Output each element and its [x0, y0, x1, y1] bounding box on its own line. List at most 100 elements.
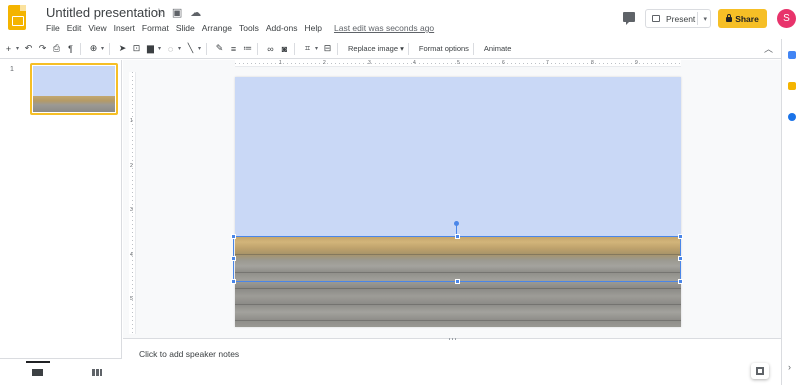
ruler-tick: 7	[546, 60, 549, 66]
present-button[interactable]: Present ▾	[645, 9, 711, 28]
speaker-notes-placeholder[interactable]: Click to add speaker notes	[139, 349, 239, 359]
resize-handle-s[interactable]	[455, 279, 460, 284]
comment-add-icon[interactable]: ◙	[279, 41, 290, 57]
zoom-icon[interactable]: ⊕	[88, 41, 99, 57]
horizontal-ruler[interactable]: 1 2 3 4 5 6 7 8 9	[235, 60, 681, 67]
image-menu-icon[interactable]: ▾	[157, 41, 162, 57]
line-icon[interactable]: ╲	[185, 41, 196, 57]
view-toggle	[0, 358, 122, 385]
menu-tools[interactable]: Tools	[239, 23, 259, 33]
resize-handle-w[interactable]	[231, 256, 236, 261]
share-button[interactable]: Share	[718, 9, 767, 28]
app-header: Untitled presentation ☆ ▣ ☁ File Edit Vi…	[0, 0, 796, 38]
rotate-handle[interactable]	[454, 221, 459, 226]
notes-resize-handle[interactable]	[449, 338, 457, 340]
replace-image-button[interactable]: Replace image ▾	[348, 44, 404, 53]
image-selection-box[interactable]	[231, 234, 683, 284]
comment-history-icon[interactable]	[623, 12, 635, 25]
grid-view-icon[interactable]	[92, 369, 102, 376]
image-icon[interactable]: ▆	[145, 41, 156, 57]
chevron-up-icon[interactable]: ︿	[764, 42, 773, 55]
animate-button[interactable]: Animate	[484, 44, 512, 53]
border-color-icon[interactable]: ✎	[214, 41, 225, 57]
toolbar-divider	[472, 42, 474, 55]
keep-icon[interactable]	[788, 82, 796, 90]
toolbar-divider	[206, 42, 207, 55]
menu-insert[interactable]: Insert	[114, 23, 135, 33]
resize-handle-se[interactable]	[678, 279, 683, 284]
last-edit-link[interactable]: Last edit was seconds ago	[334, 23, 434, 33]
undo-icon[interactable]: ↶	[23, 41, 34, 57]
menu-help[interactable]: Help	[305, 23, 322, 33]
slide[interactable]	[235, 77, 681, 327]
new-slide-menu-icon[interactable]: ▾	[15, 41, 20, 57]
line-menu-icon[interactable]: ▾	[197, 41, 202, 57]
avatar[interactable]: S	[777, 9, 796, 28]
resize-handle-n[interactable]	[455, 234, 460, 239]
ruler-tick: 2	[323, 60, 326, 66]
resize-handle-sw[interactable]	[231, 279, 236, 284]
select-cursor-icon[interactable]: ➤	[117, 41, 128, 57]
calendar-icon[interactable]	[788, 51, 796, 59]
redo-icon[interactable]: ↷	[37, 41, 48, 57]
filmstrip-view-icon[interactable]	[26, 361, 50, 376]
wood-grain	[235, 320, 681, 321]
link-icon[interactable]: ∞	[265, 41, 276, 57]
menu-format[interactable]: Format	[142, 23, 169, 33]
thumbnail-background	[33, 66, 115, 97]
zoom-menu-icon[interactable]: ▾	[100, 41, 105, 57]
move-to-folder-icon[interactable]: ▣	[172, 6, 182, 19]
paint-format-icon[interactable]: ¶	[65, 41, 76, 57]
reset-image-icon[interactable]: ⊟	[322, 41, 333, 57]
format-options-button[interactable]: Format options	[419, 44, 469, 53]
toolbar-divider	[80, 42, 81, 55]
present-label: Present	[666, 13, 696, 24]
shape-menu-icon[interactable]: ▾	[177, 41, 182, 57]
slides-logo-icon[interactable]	[8, 5, 26, 30]
chevron-right-icon[interactable]: ›	[788, 362, 791, 372]
vertical-ruler[interactable]: 1 2 3 4 5	[129, 72, 136, 334]
menu-edit[interactable]: Edit	[67, 23, 82, 33]
ruler-tick: 1	[130, 118, 133, 124]
shape-icon[interactable]: ◌	[165, 41, 176, 57]
lock-icon	[726, 14, 733, 22]
menu-file[interactable]: File	[46, 23, 60, 33]
resize-handle-ne[interactable]	[678, 234, 683, 239]
menu-slide[interactable]: Slide	[176, 23, 195, 33]
border-dash-icon[interactable]: ≔	[242, 41, 253, 57]
resize-handle-nw[interactable]	[231, 234, 236, 239]
wood-grain	[235, 304, 681, 305]
tasks-icon[interactable]	[788, 113, 796, 121]
ruler-tick: 4	[130, 252, 133, 258]
menu-view[interactable]: View	[88, 23, 106, 33]
print-icon[interactable]: ⎙	[51, 41, 62, 57]
side-panel: ›	[781, 39, 796, 385]
ruler-tick: 5	[457, 60, 460, 66]
ruler-tick: 2	[130, 163, 133, 169]
slide-thumbnail[interactable]	[30, 63, 118, 115]
ruler-tick: 1	[279, 60, 282, 66]
speaker-notes[interactable]: Click to add speaker notes	[123, 338, 781, 385]
crop-icon[interactable]: ⌗	[302, 41, 313, 57]
menu-add-ons[interactable]: Add-ons	[266, 23, 298, 33]
border-weight-icon[interactable]: ≡	[228, 41, 239, 57]
new-slide-icon[interactable]: +	[3, 41, 14, 57]
chevron-down-icon[interactable]: ▾	[703, 15, 707, 23]
text-box-icon[interactable]: ⊡	[131, 41, 142, 57]
ruler-tick: 5	[130, 296, 133, 302]
explore-button[interactable]	[751, 363, 769, 379]
resize-handle-e[interactable]	[678, 256, 683, 261]
thumbnail-wood-image	[33, 96, 115, 112]
document-title[interactable]: Untitled presentation	[46, 5, 165, 20]
crop-menu-icon[interactable]: ▾	[314, 41, 319, 57]
ruler-tick: 8	[591, 60, 594, 66]
wood-grain	[235, 288, 681, 289]
toolbar-divider	[337, 42, 338, 55]
slide-number: 1	[10, 66, 14, 73]
slide-canvas-area: 1 2 3 4 5 6 7 8 9 1 2 3 4 5	[123, 60, 781, 338]
present-icon	[652, 15, 660, 22]
menu-arrange[interactable]: Arrange	[202, 23, 232, 33]
toolbar-divider	[109, 42, 110, 55]
cloud-status-icon[interactable]: ☁	[190, 6, 201, 19]
star-icon[interactable]: ☆	[154, 6, 164, 19]
